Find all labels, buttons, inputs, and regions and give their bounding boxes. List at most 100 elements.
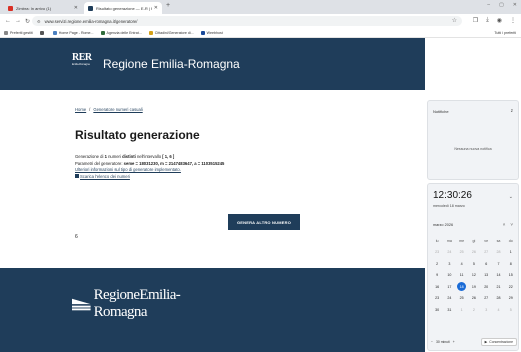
calendar-day[interactable]: 28 — [492, 293, 504, 303]
site-info-icon[interactable]: ⚙ — [37, 19, 41, 24]
menu-icon[interactable]: ⋮ — [510, 17, 516, 24]
calendar-day[interactable]: 24 — [443, 293, 455, 303]
address-bar[interactable]: ⚙ www.servizi.regione.emilia-romagna.it/… — [32, 16, 462, 26]
bookmark-item[interactable]: Home Page - Rome... — [52, 30, 94, 35]
calendar-day[interactable]: 2 — [431, 259, 443, 269]
maximize-icon[interactable]: ▢ — [499, 2, 504, 8]
calendar-day[interactable]: 8 — [505, 259, 517, 269]
footer-logo[interactable]: RegioneEmilia-Romagna — [72, 287, 202, 320]
calendar-day[interactable]: 1 — [456, 305, 468, 315]
calendar-day[interactable]: 27 — [480, 293, 492, 303]
bookmark-item[interactable]: Preferiti gestiti — [4, 30, 33, 35]
calendar-day[interactable]: 19 — [468, 282, 480, 292]
reload-icon[interactable]: ↻ — [25, 18, 30, 25]
generate-another-button[interactable]: GENERA ALTRO NUMERO — [228, 214, 300, 230]
back-icon[interactable]: ← — [5, 18, 11, 24]
bookmark-item[interactable]: Cittadini/Generatore di... — [148, 30, 194, 35]
all-bookmarks-link[interactable]: Tutti i preferiti — [494, 31, 516, 35]
previous-month-icon[interactable]: ˄ — [503, 222, 506, 227]
close-window-icon[interactable]: ✕ — [513, 2, 517, 8]
tab-risultato-generazione[interactable]: Risultato generazione — E-R | R... ✕ — [84, 2, 162, 14]
download-list-link[interactable]: Scarica l'elenco dei numeri — [80, 174, 130, 179]
decrease-duration-icon[interactable]: − — [431, 340, 433, 344]
day-number: 27 — [484, 296, 489, 301]
day-number: 24 — [447, 296, 452, 301]
calendar-day[interactable]: 14 — [492, 270, 504, 280]
focus-button[interactable]: ▶ Concentrazione — [480, 337, 517, 346]
day-number: 19 — [471, 284, 476, 289]
bookmark-item[interactable]: Weebhost — [200, 30, 223, 35]
calendar-day[interactable]: 25 — [456, 293, 468, 303]
breadcrumb-current-link[interactable]: Generatore numeri casuali — [93, 107, 142, 112]
close-tab-icon[interactable]: ✕ — [74, 5, 78, 11]
calendar-day[interactable]: 3 — [443, 259, 455, 269]
calendar-day-today[interactable]: 18 — [456, 282, 468, 292]
calendar-day[interactable]: 11 — [456, 270, 468, 280]
calendar-day[interactable]: 26 — [468, 247, 480, 257]
calendar-day[interactable]: 3 — [480, 305, 492, 315]
calendar-day[interactable]: 13 — [480, 270, 492, 280]
site-title[interactable]: Regione Emilia-Romagna — [103, 57, 240, 71]
profile-icon[interactable]: ◉ — [497, 17, 502, 24]
calendar-day[interactable]: 10 — [443, 270, 455, 280]
calendar-day[interactable]: 30 — [431, 305, 443, 315]
apps-grid-icon — [39, 30, 44, 35]
calendar-day[interactable]: 12 — [468, 270, 480, 280]
day-number: 11 — [459, 273, 464, 278]
calendar-day[interactable]: 2 — [468, 305, 480, 315]
bookmark-star-icon[interactable]: ☆ — [452, 17, 457, 24]
collapse-chevron-icon[interactable]: ⌄ — [509, 194, 513, 200]
bookmark-item[interactable]: Agenzia delle Entrat... — [100, 30, 142, 35]
calendar-day[interactable]: 4 — [492, 305, 504, 315]
play-icon: ▶ — [484, 339, 488, 344]
close-tab-icon[interactable]: ✕ — [154, 5, 158, 11]
calendar-day[interactable]: 1 — [505, 247, 517, 257]
day-number: 5 — [509, 307, 512, 312]
calendar-day[interactable]: 22 — [505, 282, 517, 292]
calendar-day[interactable]: 20 — [480, 282, 492, 292]
calendar-month[interactable]: marzo 2026 — [433, 223, 453, 227]
generator-info-link[interactable]: Ulteriori informazioni sul tipo di gener… — [75, 167, 181, 172]
calendar-day[interactable]: 28 — [492, 247, 504, 257]
forward-icon[interactable]: → — [15, 18, 21, 24]
tab-zimbra[interactable]: Zimbra: In arrivo (1) ✕ — [4, 2, 82, 14]
day-number: 7 — [497, 261, 500, 266]
rer-logo[interactable]: RER Emilia-Romagna — [72, 53, 96, 71]
params-label: Parametri del generatore: — [75, 160, 124, 166]
minimize-icon[interactable]: – — [487, 2, 490, 8]
calendar-day[interactable]: 24 — [443, 247, 455, 257]
do-not-disturb-icon[interactable]: z — [511, 108, 513, 113]
day-number: 5 — [472, 261, 475, 266]
calendar-day[interactable]: 27 — [480, 247, 492, 257]
calendar-day[interactable]: 23 — [431, 247, 443, 257]
calendar-day[interactable]: 7 — [492, 259, 504, 269]
day-number: 25 — [459, 296, 464, 301]
calendar-day[interactable]: 23 — [431, 293, 443, 303]
next-month-icon[interactable]: ˅ — [510, 222, 513, 227]
calendar-grid: lu ma me gi ve sa do 23 24 25 26 27 28 1 2 3 4 5 6 7 8 9 10 11 1… — [431, 235, 517, 316]
weekday-label: gi — [472, 238, 476, 243]
download-icon[interactable]: ⤓ — [486, 17, 489, 24]
increase-duration-icon[interactable]: + — [453, 340, 455, 344]
calendar-day[interactable]: 9 — [431, 270, 443, 280]
calendar-day[interactable]: 5 — [468, 259, 480, 269]
calendar-day[interactable]: 15 — [505, 270, 517, 280]
calendar-week-row: 30 31 1 2 3 4 5 — [431, 304, 517, 316]
breadcrumb-home-link[interactable]: Home — [75, 107, 86, 112]
rer-emblem-icon — [72, 298, 91, 310]
calendar-day[interactable]: 16 — [431, 282, 443, 292]
bookmark-item[interactable] — [39, 30, 46, 35]
calendar-day[interactable]: 21 — [492, 282, 504, 292]
calendar-day[interactable]: 5 — [505, 305, 517, 315]
calendar-day[interactable]: 29 — [505, 293, 517, 303]
day-number: 10 — [447, 273, 452, 278]
calendar-day[interactable]: 31 — [443, 305, 455, 315]
calendar-day[interactable]: 26 — [468, 293, 480, 303]
weekday-label: ve — [484, 238, 489, 243]
calendar-day[interactable]: 6 — [480, 259, 492, 269]
new-tab-button[interactable]: + — [166, 2, 170, 9]
calendar-day[interactable]: 4 — [456, 259, 468, 269]
extensions-icon[interactable]: ❐ — [473, 17, 478, 24]
calendar-day[interactable]: 25 — [456, 247, 468, 257]
calendar-day[interactable]: 17 — [443, 282, 455, 292]
